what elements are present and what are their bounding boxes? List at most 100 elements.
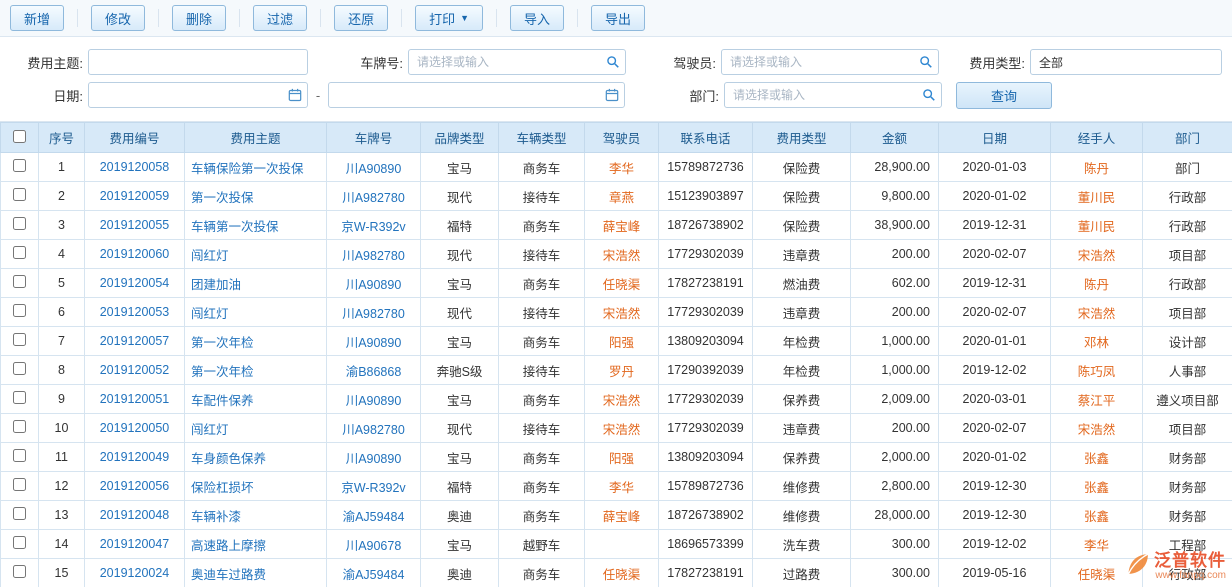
row-checkbox[interactable] — [13, 188, 26, 201]
plate-cell[interactable]: 川A90890 — [327, 153, 421, 182]
row-checkbox[interactable] — [13, 536, 26, 549]
fee-type-cell: 年检费 — [753, 327, 851, 356]
row-checkbox[interactable] — [13, 362, 26, 375]
handler-cell: 张鑫 — [1051, 472, 1143, 501]
row-checkbox[interactable] — [13, 391, 26, 404]
phone-cell: 17729302039 — [659, 298, 753, 327]
expense-code-link[interactable]: 2019120052 — [85, 356, 185, 385]
plate-cell[interactable]: 川A982780 — [327, 298, 421, 327]
row-checkbox[interactable] — [13, 507, 26, 520]
restore-button[interactable]: 还原 — [334, 5, 388, 31]
expense-code-link[interactable]: 2019120054 — [85, 269, 185, 298]
expense-subject-link[interactable]: 高速路上摩擦 — [185, 530, 327, 559]
amount-cell: 9,800.00 — [851, 182, 939, 211]
expense-subject-link[interactable]: 闯红灯 — [185, 414, 327, 443]
row-checkbox[interactable] — [13, 420, 26, 433]
plate-cell[interactable]: 京W-R392v — [327, 472, 421, 501]
expense-code-link[interactable]: 2019120056 — [85, 472, 185, 501]
amount-cell: 200.00 — [851, 240, 939, 269]
expense-subject-link[interactable]: 第一次年检 — [185, 356, 327, 385]
expense-code-link[interactable]: 2019120053 — [85, 298, 185, 327]
add-button[interactable]: 新增 — [10, 5, 64, 31]
date-to-input[interactable] — [328, 82, 625, 108]
row-checkbox[interactable] — [13, 275, 26, 288]
calendar-icon[interactable] — [605, 88, 619, 102]
expense-subject-link[interactable]: 闯红灯 — [185, 240, 327, 269]
filter-button[interactable]: 过滤 — [253, 5, 307, 31]
query-button[interactable]: 查询 — [956, 82, 1052, 109]
driver-input[interactable] — [721, 49, 939, 75]
row-checkbox[interactable] — [13, 333, 26, 346]
expense-subject-link[interactable]: 车辆补漆 — [185, 501, 327, 530]
table-row: 72019120057第一次年检川A90890宝马商务车阳强1380920309… — [1, 327, 1232, 356]
edit-button[interactable]: 修改 — [91, 5, 145, 31]
expense-code-link[interactable]: 2019120051 — [85, 385, 185, 414]
date-cell: 2020-02-07 — [939, 414, 1051, 443]
plate-input[interactable] — [408, 49, 626, 75]
plate-cell[interactable]: 川A982780 — [327, 182, 421, 211]
expense-subject-link[interactable]: 第一次年检 — [185, 327, 327, 356]
row-checkbox-cell — [1, 559, 39, 587]
dept-cell: 人事部 — [1143, 356, 1232, 385]
calendar-icon[interactable] — [288, 88, 302, 102]
expense-code-link[interactable]: 2019120057 — [85, 327, 185, 356]
print-button[interactable]: 打印 ▼ — [415, 5, 483, 31]
import-button[interactable]: 导入 — [510, 5, 564, 31]
row-checkbox[interactable] — [13, 478, 26, 491]
expense-code-link[interactable]: 2019120050 — [85, 414, 185, 443]
fee-type-select[interactable] — [1030, 49, 1222, 75]
expense-code-link[interactable]: 2019120055 — [85, 211, 185, 240]
header-dept: 部门 — [1143, 123, 1232, 153]
expense-code-link[interactable]: 2019120058 — [85, 153, 185, 182]
row-checkbox[interactable] — [13, 304, 26, 317]
expense-code-link[interactable]: 2019120048 — [85, 501, 185, 530]
plate-cell[interactable]: 川A90890 — [327, 443, 421, 472]
expense-subject-link[interactable]: 车身颜色保养 — [185, 443, 327, 472]
brand-cell: 宝马 — [421, 530, 499, 559]
expense-subject-link[interactable]: 第一次投保 — [185, 182, 327, 211]
expense-code-link[interactable]: 2019120047 — [85, 530, 185, 559]
expense-subject-link[interactable]: 车辆第一次投保 — [185, 211, 327, 240]
filter-panel: 费用主题: 车牌号: 驾驶员: 费用类型: 日期: — [0, 37, 1232, 122]
plate-cell[interactable]: 渝B86868 — [327, 356, 421, 385]
row-checkbox[interactable] — [13, 246, 26, 259]
row-checkbox[interactable] — [13, 159, 26, 172]
expense-code-link[interactable]: 2019120024 — [85, 559, 185, 587]
dept-input[interactable] — [724, 82, 942, 108]
expense-subject-link[interactable]: 车配件保养 — [185, 385, 327, 414]
plate-cell[interactable]: 川A90890 — [327, 385, 421, 414]
select-all-checkbox[interactable] — [13, 130, 26, 143]
plate-cell[interactable]: 渝AJ59484 — [327, 501, 421, 530]
search-icon[interactable] — [606, 55, 620, 69]
phone-cell: 17729302039 — [659, 385, 753, 414]
handler-cell: 董川民 — [1051, 211, 1143, 240]
plate-cell[interactable]: 川A982780 — [327, 414, 421, 443]
plate-cell[interactable]: 川A90890 — [327, 269, 421, 298]
search-icon[interactable] — [919, 55, 933, 69]
plate-cell[interactable]: 川A90890 — [327, 327, 421, 356]
expense-subject-link[interactable]: 奥迪车过路费 — [185, 559, 327, 587]
fee-type-label: 费用类型: — [939, 53, 1030, 72]
delete-button[interactable]: 删除 — [172, 5, 226, 31]
phone-cell: 18696573399 — [659, 530, 753, 559]
expense-subject-link[interactable]: 闯红灯 — [185, 298, 327, 327]
export-button[interactable]: 导出 — [591, 5, 645, 31]
expense-subject-link[interactable]: 团建加油 — [185, 269, 327, 298]
date-from-input[interactable] — [88, 82, 308, 108]
expense-code-link[interactable]: 2019120060 — [85, 240, 185, 269]
expense-code-link[interactable]: 2019120049 — [85, 443, 185, 472]
subject-input[interactable] — [88, 49, 308, 75]
plate-cell[interactable]: 渝AJ59484 — [327, 559, 421, 587]
expense-code-link[interactable]: 2019120059 — [85, 182, 185, 211]
row-checkbox[interactable] — [13, 217, 26, 230]
vehicle-type-cell: 接待车 — [499, 356, 585, 385]
plate-cell[interactable]: 川A90678 — [327, 530, 421, 559]
row-checkbox[interactable] — [13, 449, 26, 462]
brand-cell: 现代 — [421, 240, 499, 269]
plate-cell[interactable]: 川A982780 — [327, 240, 421, 269]
row-checkbox[interactable] — [13, 565, 26, 578]
expense-subject-link[interactable]: 车辆保险第一次投保 — [185, 153, 327, 182]
search-icon[interactable] — [922, 88, 936, 102]
plate-cell[interactable]: 京W-R392v — [327, 211, 421, 240]
expense-subject-link[interactable]: 保险杠损坏 — [185, 472, 327, 501]
